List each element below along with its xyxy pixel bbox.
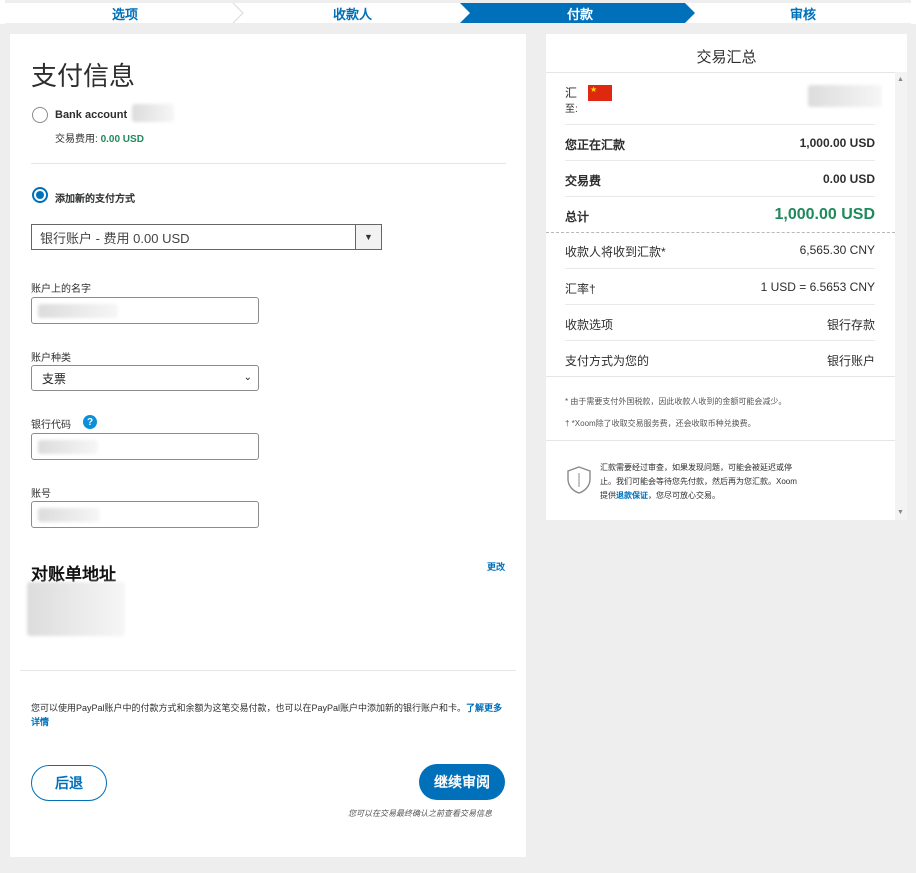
guarantee-line3b: ，您尽可放心交易。	[648, 491, 720, 500]
help-icon[interactable]: ?	[83, 415, 97, 429]
fee-line: 交易费用: 0.00 USD	[55, 130, 144, 145]
scroll-down-icon[interactable]: ▼	[897, 509, 904, 516]
footnote-tax: * 由于需要支付外国税款，因此收款人收到的金额可能会减少。	[565, 397, 787, 406]
redacted-name	[38, 304, 118, 318]
summary-row-receive-option: 收款选项 银行存款	[565, 304, 875, 340]
summary-row-label: 收款选项	[565, 318, 614, 332]
chevron-down-icon: ⌄	[243, 372, 252, 383]
step-recipient: 收款人	[332, 6, 372, 22]
info-text: 您可以使用PayPal账户中的付款方式和余额为这笔交易付款，也可以在PayPal…	[31, 703, 467, 713]
divider	[546, 376, 895, 377]
payment-method-select[interactable]: 银行账户 - 费用 0.00 USD ▼	[31, 224, 382, 250]
account-number-input[interactable]	[31, 501, 259, 528]
divider	[20, 670, 516, 671]
account-type-value: 支票	[42, 371, 67, 386]
account-name-label: 账户上的名字	[31, 284, 91, 295]
step-payment: 付款	[566, 6, 593, 22]
account-type-label: 账户种类	[31, 353, 71, 364]
summary-row-fee: 交易费 0.00 USD	[565, 160, 875, 196]
payment-method-value: 银行账户 - 费用 0.00 USD	[40, 230, 190, 246]
summary-row-label: 收款人将收到汇款*	[565, 245, 666, 259]
footnote-exchange: † *Xoom除了收取交易服务费，还会收取币种兑换费。	[565, 419, 756, 428]
summary-row-value: 银行存款	[826, 318, 875, 332]
redacted-bank-code	[38, 440, 98, 454]
paypal-info-text: 您可以使用PayPal账户中的付款方式和余额为这笔交易付款，也可以在PayPal…	[31, 701, 511, 729]
bank-account-radio[interactable]	[32, 107, 48, 123]
review-note: 您可以在交易最终确认之前查看交易信息	[348, 809, 492, 818]
divider	[546, 72, 895, 73]
summary-row-rate: 汇率† 1 USD = 6.5653 CNY	[565, 268, 875, 304]
guarantee-line3a: 提供	[600, 491, 616, 500]
new-method-radio[interactable]	[32, 187, 48, 203]
summary-row-value: 0.00 USD	[822, 172, 875, 186]
step-review: 审核	[789, 6, 816, 22]
summary-row-label: 交易费	[565, 174, 602, 188]
summary-row-label: 支付方式为您的	[565, 354, 650, 368]
guarantee-line1: 汇款需要经过审查，如果发现问题，可能会被延迟或停	[600, 463, 792, 472]
summary-total-value: 1,000.00 USD	[774, 206, 875, 223]
transaction-summary-panel: 交易汇总 汇 至: ★ 您正在汇款 1,000.00 USD 交易费 0.00 …	[546, 34, 907, 520]
redacted-account-number	[38, 508, 100, 522]
summary-row-value: 银行账户	[826, 354, 875, 368]
redacted-account	[132, 104, 174, 122]
refund-guarantee-link[interactable]: 退款保证	[616, 491, 648, 500]
shield-icon	[567, 466, 591, 494]
account-number-label: 账号	[31, 489, 51, 500]
summary-row-value: 1 USD = 6.5653 CNY	[760, 280, 875, 294]
summary-row-pay-method: 支付方式为您的 银行账户	[565, 340, 875, 376]
step-options: 选项	[111, 6, 138, 22]
bank-code-input[interactable]	[31, 433, 259, 460]
divider	[31, 163, 506, 164]
send-to-line2: 至:	[565, 104, 578, 115]
payment-info-panel: 支付信息 Bank account 交易费用: 0.00 USD 添加新的支付方…	[10, 34, 526, 857]
account-type-select[interactable]: 支票 ⌄	[31, 365, 259, 391]
summary-row-value: 6,565.30 CNY	[799, 243, 875, 257]
send-to-line1: 汇	[565, 86, 578, 100]
page: 选项 收款人 付款 审核 支付信息 Bank account 交易费用: 0.0…	[0, 0, 916, 873]
fee-value: 0.00 USD	[100, 134, 144, 145]
summary-row-label: 总计	[565, 210, 590, 224]
guarantee-text: 汇款需要经过审查，如果发现问题，可能会被延迟或停 止。我们可能会等待您先付款，然…	[600, 461, 840, 503]
page-title: 支付信息	[31, 61, 136, 91]
progress-steps: 选项 收款人 付款 审核	[5, 0, 911, 24]
summary-scrollbar[interactable]: ▲ ▼	[895, 72, 907, 520]
bank-account-label: Bank account	[55, 109, 128, 121]
china-flag-icon: ★	[588, 85, 612, 101]
summary-row-label: 您正在汇款	[565, 138, 626, 152]
summary-row-value: 1,000.00 USD	[799, 136, 875, 150]
scroll-up-icon[interactable]: ▲	[897, 76, 904, 83]
back-button[interactable]: 后退	[31, 765, 107, 801]
dropdown-arrow-icon: ▼	[355, 225, 381, 249]
redacted-recipient	[808, 85, 882, 107]
divider	[546, 440, 895, 441]
account-name-input[interactable]	[31, 297, 259, 324]
new-method-label: 添加新的支付方式	[55, 194, 135, 205]
bank-code-label: 银行代码	[31, 420, 71, 431]
redacted-address	[27, 582, 125, 636]
summary-row-amount: 您正在汇款 1,000.00 USD	[565, 124, 875, 160]
summary-title: 交易汇总	[696, 49, 757, 66]
fee-label: 交易费用:	[55, 134, 98, 145]
continue-review-button[interactable]: 继续审阅	[419, 764, 505, 800]
summary-row-total: 总计 1,000.00 USD	[565, 196, 875, 232]
summary-row-label: 汇率†	[565, 282, 596, 296]
guarantee-line2: 止。我们可能会等待您先付款，然后再为您汇款。Xoom	[600, 477, 797, 486]
change-address-link[interactable]: 更改	[487, 560, 505, 573]
summary-row-receive: 收款人将收到汇款* 6,565.30 CNY	[565, 232, 875, 268]
